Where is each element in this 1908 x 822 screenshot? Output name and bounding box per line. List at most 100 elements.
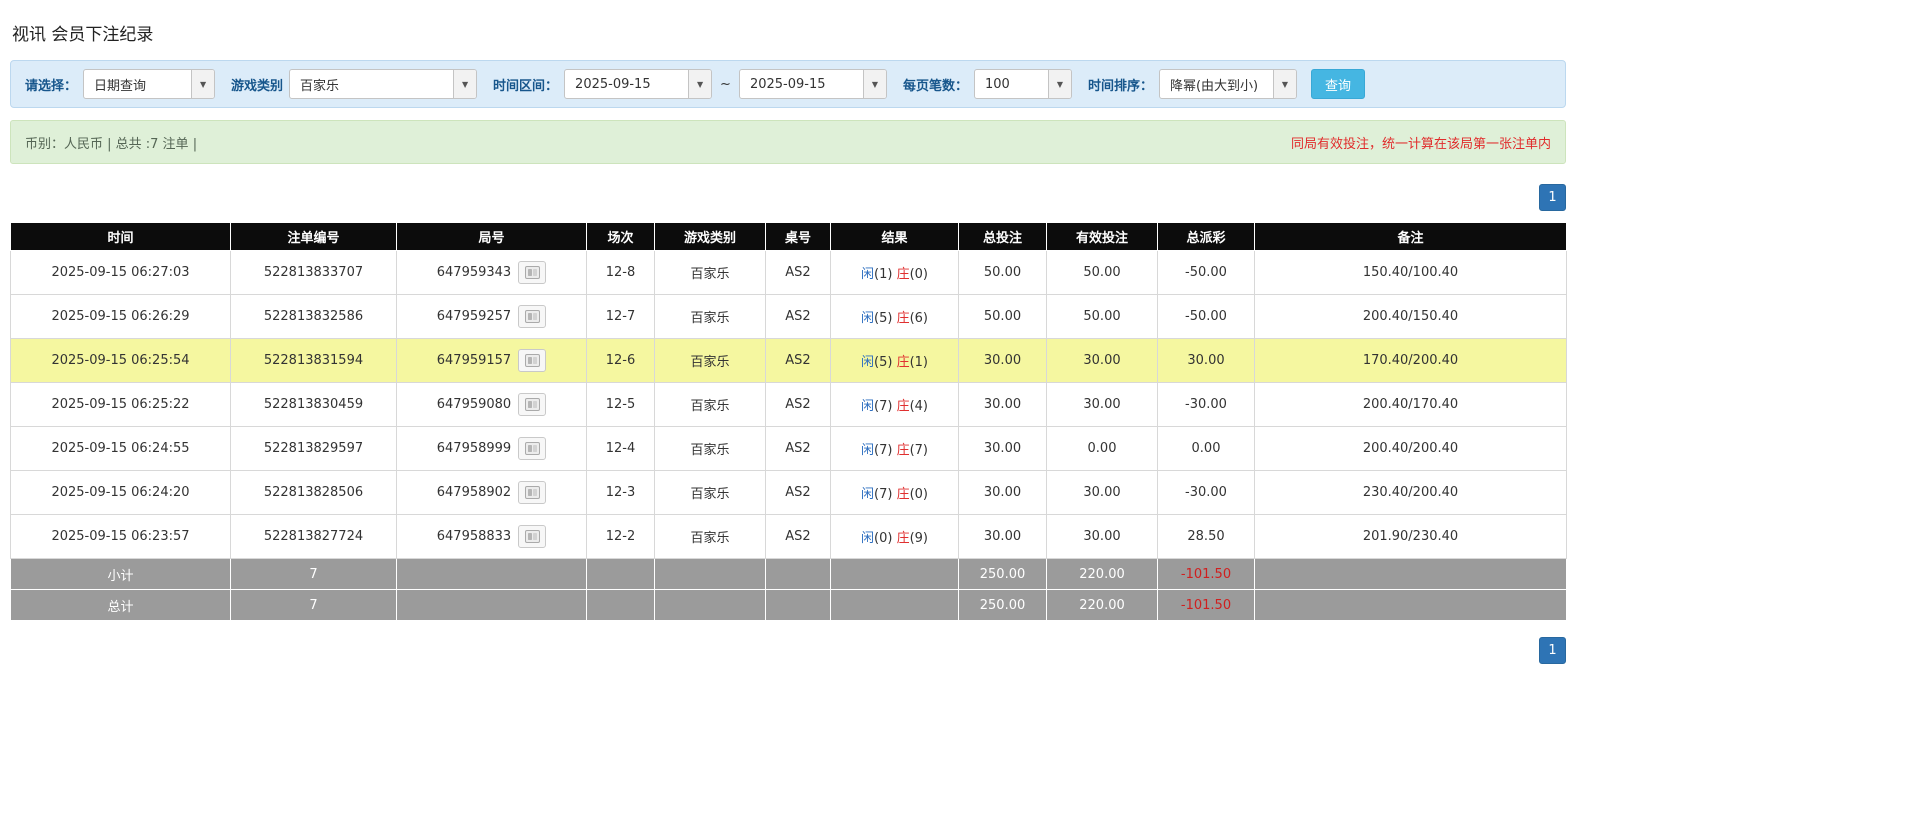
table-row: 2025-09-15 06:24:20 522813828506 6479589…: [10, 470, 1567, 515]
sort-label: 时间排序：: [1087, 78, 1153, 94]
cell-remark: 150.40/100.40: [1254, 250, 1567, 295]
replay-button[interactable]: [518, 525, 547, 548]
cell-total-bet[interactable]: 30.00: [958, 426, 1047, 471]
cell-game: 百家乐: [654, 514, 766, 559]
cell-remark: 170.40/200.40: [1254, 338, 1567, 383]
banker-result: 庄: [896, 267, 910, 282]
cell-bet-id: 522813830459: [230, 382, 397, 427]
cell-table-no: AS2: [765, 338, 831, 383]
cell-table-no: AS2: [765, 250, 831, 295]
col-header-remark: 备注: [1254, 222, 1567, 251]
banker-count: (1): [909, 355, 928, 370]
table-row-highlighted: 2025-09-15 06:25:54 522813831594 6479591…: [10, 338, 1567, 383]
cell-result: 闲(0) 庄(9): [830, 514, 959, 559]
cell-total-bet[interactable]: 30.00: [958, 338, 1047, 383]
table-row: 2025-09-15 06:25:22 522813830459 6479590…: [10, 382, 1567, 427]
cards-icon: [524, 310, 540, 323]
table-header: 时间 注单编号 局号 场次 游戏类别 桌号 结果 总投注 有效投注 总派彩 备注: [10, 222, 1567, 251]
game-type-label: 游戏类别: [231, 78, 284, 94]
cell-total-bet[interactable]: 50.00: [958, 250, 1047, 295]
chevron-down-icon[interactable]: ▼: [862, 70, 886, 98]
page-size-label: 每页笔数：: [902, 78, 968, 94]
page-container: 视讯 会员下注纪录 请选择： 日期查询 ▼ 游戏类别 百家乐 ▼ 时间区间： 2…: [10, 0, 1567, 664]
table-row: 2025-09-15 06:27:03 522813833707 6479593…: [10, 250, 1567, 295]
cell-time: 2025-09-15 06:27:03: [10, 250, 231, 295]
table-row: 2025-09-15 06:24:55 522813829597 6479589…: [10, 426, 1567, 471]
cell-bet-id: 522813829597: [230, 426, 397, 471]
sort-select[interactable]: 降幂(由大到小) ▼: [1158, 69, 1297, 99]
table-row: 2025-09-15 06:26:29 522813832586 6479592…: [10, 294, 1567, 339]
banker-result: 庄: [896, 311, 910, 326]
round-id: 647958833: [436, 529, 512, 544]
summary-bar: 币别：人民币 | 总共 :7 注单 | 同局有效投注，统一计算在该局第一张注单内: [10, 120, 1566, 164]
page-1-button[interactable]: 1: [1539, 637, 1566, 664]
cell-game: 百家乐: [654, 338, 766, 383]
cards-icon: [524, 486, 540, 499]
cell-total-bet[interactable]: 50.00: [958, 294, 1047, 339]
footer-total-bet: 250.00: [958, 589, 1047, 621]
cell-payout: 0.00: [1157, 426, 1255, 471]
col-header-valid-bet: 有效投注: [1046, 222, 1158, 251]
player-count: (0): [874, 531, 893, 546]
date-to-select[interactable]: 2025-09-15 ▼: [738, 69, 887, 99]
replay-button[interactable]: [518, 393, 547, 416]
footer-count: 7: [230, 558, 397, 590]
chevron-down-icon[interactable]: ▼: [688, 70, 712, 98]
query-type-select[interactable]: 日期查询 ▼: [83, 69, 216, 99]
cell-total-bet[interactable]: 30.00: [958, 514, 1047, 559]
cell-time: 2025-09-15 06:24:20: [10, 470, 231, 515]
game-type-select[interactable]: 百家乐 ▼: [289, 69, 478, 99]
page-1-button[interactable]: 1: [1539, 184, 1566, 211]
cell-bet-id: 522813833707: [230, 250, 397, 295]
chevron-down-icon[interactable]: ▼: [1272, 70, 1296, 98]
player-result: 闲: [860, 399, 874, 414]
cards-icon: [524, 354, 540, 367]
chevron-down-icon[interactable]: ▼: [1047, 70, 1071, 98]
cell-valid-bet: 30.00: [1046, 514, 1158, 559]
cell-result: 闲(5) 庄(1): [830, 338, 959, 383]
player-result: 闲: [860, 443, 874, 458]
cell-table-no: AS2: [765, 382, 831, 427]
chevron-down-icon[interactable]: ▼: [453, 70, 477, 98]
cell-game: 百家乐: [654, 382, 766, 427]
chevron-down-icon[interactable]: ▼: [191, 70, 215, 98]
replay-button[interactable]: [518, 437, 547, 460]
cell-session: 12-4: [586, 426, 655, 471]
date-from-value: 2025-09-15: [575, 76, 651, 92]
cell-session: 12-8: [586, 250, 655, 295]
footer-payout: -101.50: [1157, 589, 1255, 621]
cell-total-bet[interactable]: 30.00: [958, 470, 1047, 515]
query-type-value: 日期查询: [94, 78, 147, 94]
player-result: 闲: [860, 311, 874, 326]
cell-game: 百家乐: [654, 250, 766, 295]
date-to-value: 2025-09-15: [749, 76, 826, 92]
player-count: (7): [874, 487, 893, 502]
cards-icon: [524, 398, 540, 411]
player-count: (7): [874, 399, 893, 414]
search-button[interactable]: 查询: [1310, 69, 1365, 99]
cell-payout: -50.00: [1157, 294, 1255, 339]
round-id: 647959257: [436, 309, 512, 324]
replay-button[interactable]: [518, 305, 547, 328]
date-range-label: 时间区间：: [493, 78, 559, 94]
cell-payout: -50.00: [1157, 250, 1255, 295]
pagination-bottom: 1: [10, 637, 1566, 664]
cell-session: 12-6: [586, 338, 655, 383]
replay-button[interactable]: [518, 481, 547, 504]
cell-round: 647959157: [396, 338, 587, 383]
player-count: (5): [874, 355, 893, 370]
cell-time: 2025-09-15 06:24:55: [10, 426, 231, 471]
date-from-select[interactable]: 2025-09-15 ▼: [564, 69, 713, 99]
round-id: 647958999: [436, 441, 512, 456]
cell-total-bet[interactable]: 30.00: [958, 382, 1047, 427]
footer-valid-bet: 220.00: [1046, 589, 1158, 621]
filter-bar: 请选择： 日期查询 ▼ 游戏类别 百家乐 ▼ 时间区间： 2025-09-15 …: [10, 60, 1566, 108]
game-type-value: 百家乐: [300, 78, 340, 94]
page-size-select[interactable]: 100 ▼: [973, 69, 1072, 99]
cell-round: 647959257: [396, 294, 587, 339]
replay-button[interactable]: [518, 261, 547, 284]
player-count: (1): [874, 267, 893, 282]
query-type-label: 请选择：: [25, 78, 78, 94]
cell-result: 闲(5) 庄(6): [830, 294, 959, 339]
replay-button[interactable]: [518, 349, 547, 372]
